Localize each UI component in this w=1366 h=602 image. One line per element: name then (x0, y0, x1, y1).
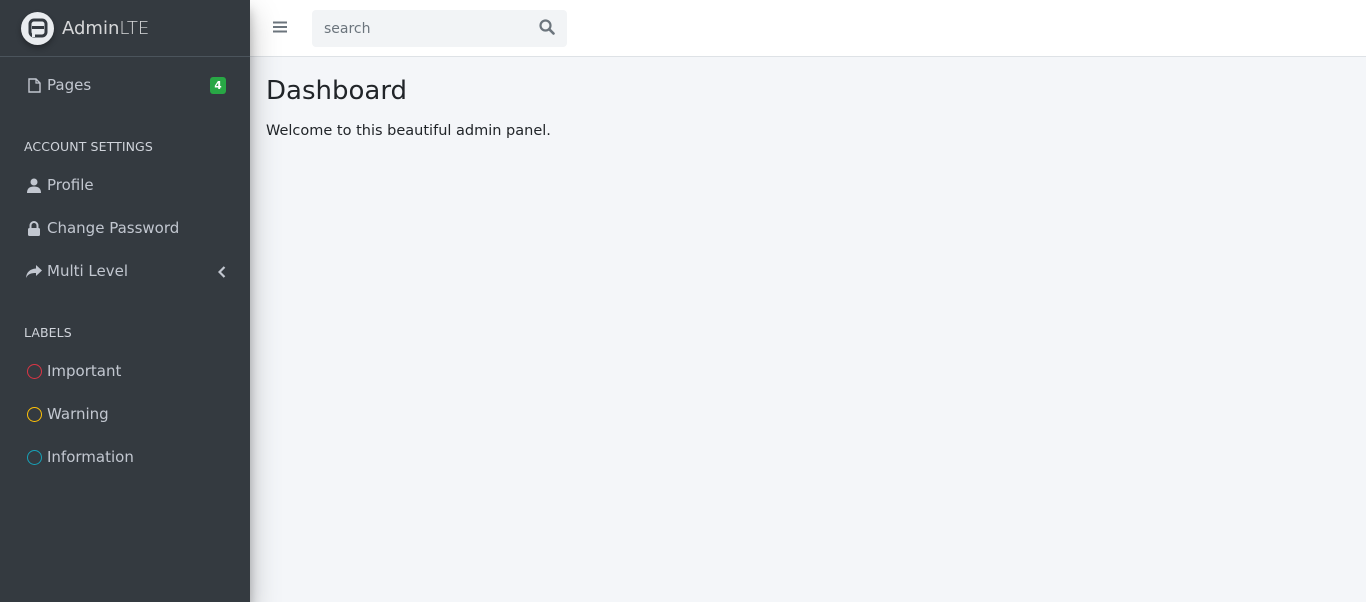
sidebar-item-label: Pages (47, 76, 92, 94)
search-icon (539, 18, 555, 39)
circle-icon (25, 362, 43, 380)
brand-name-light: LTE (119, 17, 150, 39)
search-form (312, 10, 567, 47)
sidebar-item-warning[interactable]: Warning (8, 394, 242, 434)
lock-icon (25, 219, 43, 237)
sidebar-item-pages[interactable]: Pages 4 (8, 65, 242, 105)
labels-header: LABELS (24, 325, 72, 340)
sidebar-item-label: Change Password (47, 219, 180, 237)
sidebar-item-multi-level[interactable]: Multi Level (8, 251, 242, 291)
content-area: Dashboard Welcome to this beautiful admi… (266, 74, 551, 139)
search-button[interactable] (528, 10, 566, 47)
sidebar-item-information[interactable]: Information (8, 437, 242, 477)
circle-icon (25, 405, 43, 423)
sidebar-item-label: Multi Level (47, 262, 129, 280)
chevron-left-icon (217, 264, 226, 282)
sidebar: AdminLTE Pages 4 ACCOUNT SETTINGS Profil… (0, 0, 250, 602)
top-navbar (250, 0, 1366, 57)
brand-link[interactable]: AdminLTE (0, 0, 250, 57)
share-icon (25, 262, 43, 280)
brand-text: AdminLTE (62, 18, 149, 39)
sidebar-item-label: Warning (47, 405, 109, 423)
page-title: Dashboard (266, 76, 408, 106)
sidebar-item-label: Important (47, 362, 122, 380)
menu-toggle-icon[interactable] (272, 19, 290, 37)
welcome-text: Welcome to this beautiful admin panel. (266, 123, 551, 139)
brand-logo-icon (21, 11, 54, 45)
account-settings-header: ACCOUNT SETTINGS (24, 139, 153, 154)
file-icon (25, 76, 43, 94)
sidebar-item-label: Profile (47, 176, 94, 194)
user-icon (25, 176, 43, 194)
sidebar-item-label: Information (47, 448, 134, 466)
sidebar-item-profile[interactable]: Profile (8, 165, 242, 205)
brand-name-bold: Admin (62, 17, 120, 39)
pages-count-badge: 4 (210, 77, 226, 94)
circle-icon (25, 448, 43, 466)
sidebar-item-important[interactable]: Important (8, 351, 242, 391)
search-input[interactable] (312, 10, 528, 47)
sidebar-item-change-password[interactable]: Change Password (8, 208, 242, 248)
